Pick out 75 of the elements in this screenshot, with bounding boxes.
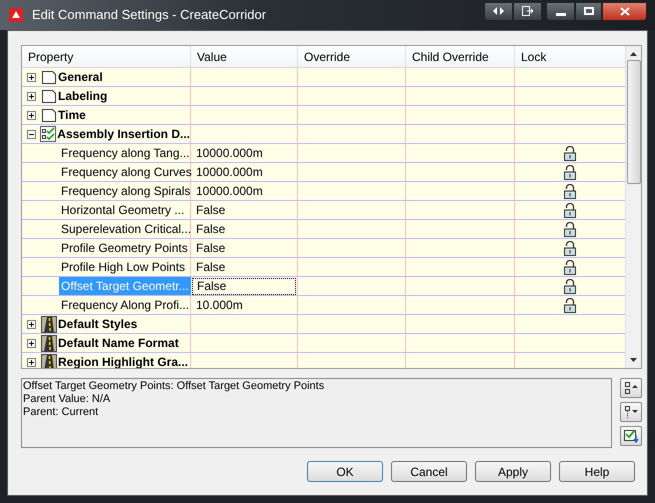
scroll-thumb[interactable] xyxy=(626,60,641,184)
check-down-icon xyxy=(624,429,638,443)
close-icon xyxy=(620,6,630,16)
category-label[interactable]: Labeling xyxy=(58,87,108,105)
property-value[interactable]: 10.000m xyxy=(192,296,296,314)
property-name[interactable]: Superelevation Critical... xyxy=(59,220,194,238)
minimize-button[interactable] xyxy=(546,2,575,20)
property-name[interactable]: Frequency along Spirals xyxy=(59,182,192,200)
app-icon xyxy=(8,7,24,23)
expand-icon[interactable] xyxy=(27,338,36,348)
column-header[interactable]: Value xyxy=(191,46,298,67)
dock-button[interactable] xyxy=(513,2,542,20)
expand-arrows-button[interactable] xyxy=(484,2,513,20)
category-label[interactable]: Default Name Format xyxy=(58,334,179,352)
open-lock-icon[interactable] xyxy=(564,222,576,236)
expand-icon[interactable] xyxy=(27,110,36,120)
move-down-button[interactable] xyxy=(620,402,642,422)
road-icon xyxy=(41,316,57,332)
column-header[interactable]: Property xyxy=(22,46,191,67)
column-header[interactable]: Child Override xyxy=(406,46,515,67)
expand-icon[interactable] xyxy=(27,92,36,100)
dialog-button[interactable]: Apply xyxy=(475,461,551,482)
list-up-icon xyxy=(624,381,638,395)
dialog-button[interactable]: OK xyxy=(307,461,383,482)
close-button[interactable] xyxy=(602,2,647,20)
property-name[interactable]: Horizontal Geometry ... xyxy=(59,201,190,219)
description-line: Parent: Current xyxy=(23,406,100,419)
exit-panel-icon xyxy=(522,6,533,16)
expand-icon[interactable] xyxy=(27,320,36,328)
property-value[interactable]: False xyxy=(192,258,296,276)
open-lock-icon[interactable] xyxy=(564,298,576,312)
category-label[interactable]: Time xyxy=(58,106,86,124)
property-value[interactable]: 10000.000m xyxy=(192,164,296,180)
dialog-button[interactable]: Help xyxy=(559,461,635,482)
maximize-icon xyxy=(584,7,594,15)
property-name[interactable]: Frequency along Tang... xyxy=(59,144,192,162)
property-value[interactable]: False xyxy=(192,278,296,294)
scrollbar[interactable] xyxy=(625,46,641,368)
minimize-icon xyxy=(556,12,566,16)
property-value[interactable]: False xyxy=(192,240,296,256)
open-lock-icon[interactable] xyxy=(564,260,576,274)
open-lock-icon[interactable] xyxy=(564,164,576,180)
property-name[interactable]: Frequency along Curves xyxy=(59,163,194,181)
property-value[interactable]: False xyxy=(192,220,296,238)
open-lock-icon[interactable] xyxy=(564,278,576,294)
category-label[interactable]: General xyxy=(58,68,103,86)
property-name[interactable]: Frequency Along Profi... xyxy=(59,296,192,314)
collapse-icon[interactable] xyxy=(26,130,36,138)
open-lock-icon[interactable] xyxy=(564,184,576,198)
checklist-icon xyxy=(40,126,56,142)
scroll-up-icon[interactable] xyxy=(630,52,638,56)
column-header[interactable]: Override xyxy=(298,46,406,67)
list-down-icon xyxy=(624,405,638,419)
category-label[interactable]: Default Styles xyxy=(58,315,138,333)
open-lock-icon[interactable] xyxy=(564,240,576,256)
property-name[interactable]: Profile Geometry Points xyxy=(59,239,190,257)
maximize-button[interactable] xyxy=(575,2,602,20)
road-icon xyxy=(41,354,57,368)
expand-icon[interactable] xyxy=(27,72,36,82)
open-lock-icon[interactable] xyxy=(564,202,576,218)
property-value[interactable]: False xyxy=(192,202,296,218)
property-value[interactable]: 10000.000m xyxy=(192,182,296,200)
arrows-icon xyxy=(493,7,504,15)
property-value[interactable]: 10000.000m xyxy=(192,144,296,162)
description-line: Offset Target Geometry Points: Offset Target Geometry Points xyxy=(23,380,326,393)
move-up-button[interactable] xyxy=(620,378,642,398)
apply-check-button[interactable] xyxy=(620,426,642,446)
expand-icon[interactable] xyxy=(27,358,36,366)
road-icon xyxy=(41,334,57,352)
description-line: Parent Value: N/A xyxy=(23,393,112,406)
property-name[interactable]: Profile High Low Points xyxy=(59,258,190,276)
open-lock-icon[interactable] xyxy=(564,146,576,160)
window-title: Edit Command Settings - CreateCorridor xyxy=(32,6,266,24)
scroll-down-icon[interactable] xyxy=(630,358,638,362)
dialog-button[interactable]: Cancel xyxy=(391,461,467,482)
